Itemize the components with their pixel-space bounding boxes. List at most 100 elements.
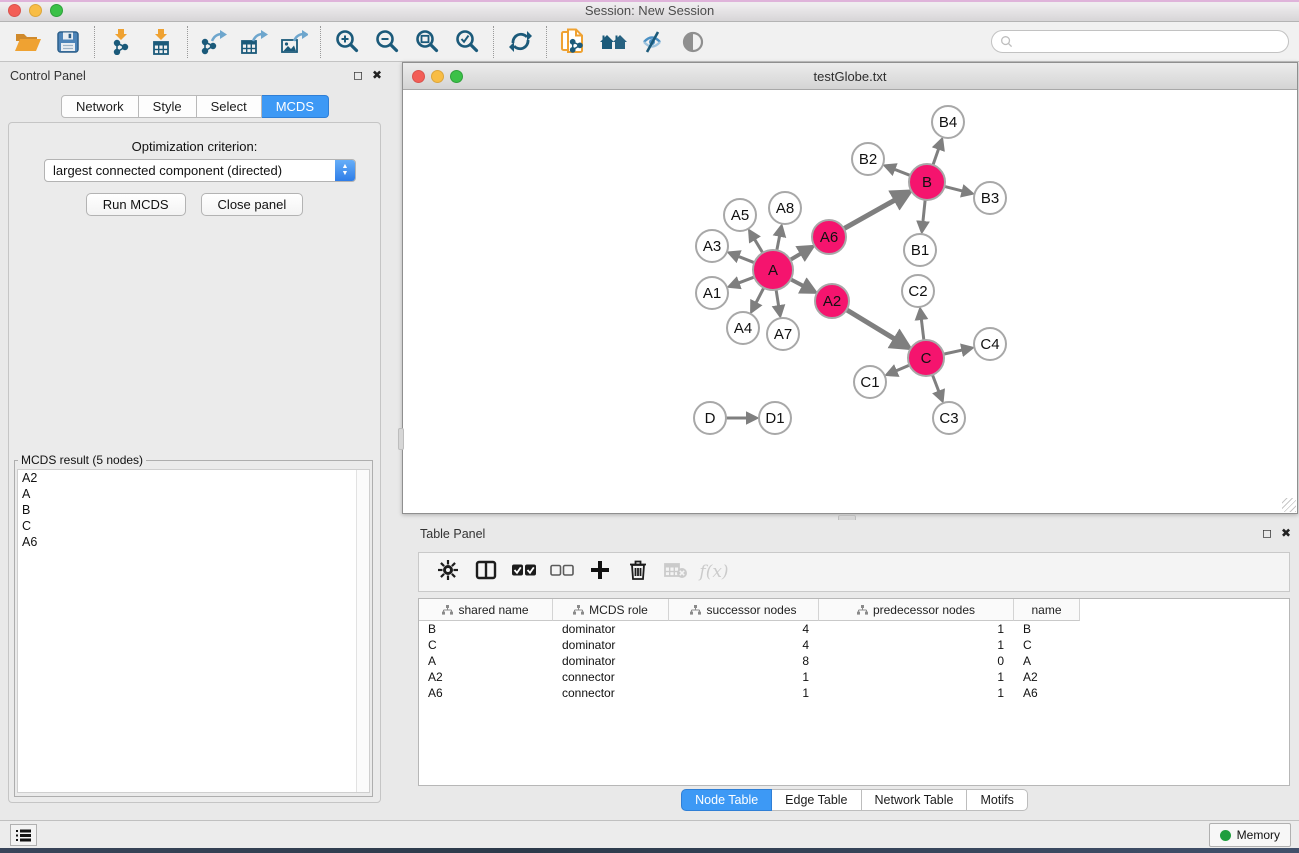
add-column-button[interactable] bbox=[583, 556, 617, 588]
run-mcds-button[interactable]: Run MCDS bbox=[86, 193, 186, 216]
cell-mcds-role[interactable]: connector bbox=[553, 685, 669, 701]
edge-A-A7[interactable] bbox=[776, 289, 780, 315]
edge-A-A4[interactable] bbox=[752, 287, 765, 311]
close-panel-button[interactable]: Close panel bbox=[201, 193, 304, 216]
cell-shared-name[interactable]: A bbox=[419, 653, 553, 669]
open-session-button[interactable] bbox=[8, 25, 48, 59]
edge-A-A2[interactable] bbox=[790, 279, 814, 292]
node-A1[interactable]: A1 bbox=[696, 277, 728, 309]
tab-select[interactable]: Select bbox=[197, 95, 262, 118]
node-A2[interactable]: A2 bbox=[815, 284, 849, 318]
mcds-result-item[interactable]: A6 bbox=[18, 534, 369, 550]
node-B4[interactable]: B4 bbox=[932, 106, 964, 138]
node-C4[interactable]: C4 bbox=[974, 328, 1006, 360]
edge-A-A8[interactable] bbox=[777, 227, 782, 252]
delete-column-button[interactable] bbox=[621, 556, 655, 588]
cell-shared-name[interactable]: A6 bbox=[419, 685, 553, 701]
edge-C-C4[interactable] bbox=[943, 348, 972, 354]
tab-style[interactable]: Style bbox=[139, 95, 197, 118]
tab-node-table[interactable]: Node Table bbox=[681, 789, 772, 811]
cell-predecessor-nodes[interactable]: 1 bbox=[819, 685, 1014, 701]
show-panels-button[interactable] bbox=[10, 824, 37, 846]
node-C[interactable]: C bbox=[908, 340, 944, 376]
cell-name[interactable]: C bbox=[1014, 637, 1080, 653]
edge-A-A3[interactable] bbox=[730, 253, 756, 263]
cell-name[interactable]: B bbox=[1014, 621, 1080, 637]
search-input[interactable] bbox=[1013, 33, 1288, 51]
close-panel-icon[interactable]: ✖ bbox=[372, 69, 382, 82]
cell-name[interactable]: A bbox=[1014, 653, 1080, 669]
node-D1[interactable]: D1 bbox=[759, 402, 791, 434]
tab-mcds[interactable]: MCDS bbox=[262, 95, 329, 118]
import-table-button[interactable] bbox=[141, 25, 181, 59]
node-B2[interactable]: B2 bbox=[852, 143, 884, 175]
node-A8[interactable]: A8 bbox=[769, 192, 801, 224]
cell-successor-nodes[interactable]: 1 bbox=[669, 685, 819, 701]
cell-predecessor-nodes[interactable]: 1 bbox=[819, 621, 1014, 637]
column-visibility-button[interactable] bbox=[469, 556, 503, 588]
node-B3[interactable]: B3 bbox=[974, 182, 1006, 214]
edge-A2-C[interactable] bbox=[846, 309, 908, 347]
tab-network-table[interactable]: Network Table bbox=[862, 789, 968, 811]
mcds-result-item[interactable]: A bbox=[18, 486, 369, 502]
vertical-split-handle[interactable] bbox=[398, 428, 404, 450]
edge-A6-B[interactable] bbox=[843, 192, 909, 229]
cell-successor-nodes[interactable]: 1 bbox=[669, 669, 819, 685]
cell-successor-nodes[interactable]: 4 bbox=[669, 621, 819, 637]
cell-successor-nodes[interactable]: 8 bbox=[669, 653, 819, 669]
refresh-layout-button[interactable] bbox=[500, 25, 540, 59]
table-row[interactable]: Bdominator41B bbox=[419, 621, 1289, 637]
node-B[interactable]: B bbox=[909, 164, 945, 200]
edge-C-C3[interactable] bbox=[932, 374, 942, 400]
column-header-predecessor-nodes[interactable]: predecessor nodes bbox=[819, 599, 1014, 621]
cell-mcds-role[interactable]: dominator bbox=[553, 637, 669, 653]
cell-successor-nodes[interactable]: 4 bbox=[669, 637, 819, 653]
search-field[interactable] bbox=[991, 30, 1289, 53]
cell-shared-name[interactable]: A2 bbox=[419, 669, 553, 685]
mcds-result-list[interactable]: A2ABCA6 bbox=[17, 469, 370, 793]
table-close-panel-icon[interactable]: ✖ bbox=[1281, 527, 1291, 540]
float-panel-icon[interactable]: ◻ bbox=[353, 69, 363, 82]
node-A4[interactable]: A4 bbox=[727, 312, 759, 344]
cell-predecessor-nodes[interactable]: 1 bbox=[819, 669, 1014, 685]
table-row[interactable]: Cdominator41C bbox=[419, 637, 1289, 653]
node-A7[interactable]: A7 bbox=[767, 318, 799, 350]
column-header-name[interactable]: name bbox=[1014, 599, 1080, 621]
cell-name[interactable]: A2 bbox=[1014, 669, 1080, 685]
tab-motifs[interactable]: Motifs bbox=[967, 789, 1027, 811]
memory-button[interactable]: Memory bbox=[1209, 823, 1291, 847]
node-A5[interactable]: A5 bbox=[724, 199, 756, 231]
result-scrollbar[interactable] bbox=[356, 470, 369, 792]
node-B1[interactable]: B1 bbox=[904, 234, 936, 266]
node-A3[interactable]: A3 bbox=[696, 230, 728, 262]
zoom-in-button[interactable] bbox=[327, 25, 367, 59]
export-image-button[interactable] bbox=[274, 25, 314, 59]
table-float-panel-icon[interactable]: ◻ bbox=[1262, 527, 1272, 540]
edge-B-B4[interactable] bbox=[933, 140, 942, 166]
column-header-successor-nodes[interactable]: successor nodes bbox=[669, 599, 819, 621]
edge-C-C1[interactable] bbox=[887, 365, 910, 375]
mcds-result-item[interactable]: B bbox=[18, 502, 369, 518]
table-row[interactable]: A2connector11A2 bbox=[419, 669, 1289, 685]
cell-name[interactable]: A6 bbox=[1014, 685, 1080, 701]
cell-mcds-role[interactable]: dominator bbox=[553, 621, 669, 637]
edge-B-B1[interactable] bbox=[922, 199, 925, 231]
edge-A-A5[interactable] bbox=[750, 231, 763, 253]
tab-edge-table[interactable]: Edge Table bbox=[772, 789, 861, 811]
node-D[interactable]: D bbox=[694, 402, 726, 434]
hide-selected-button[interactable] bbox=[633, 25, 673, 59]
cell-predecessor-nodes[interactable]: 1 bbox=[819, 637, 1014, 653]
cell-mcds-role[interactable]: connector bbox=[553, 669, 669, 685]
home-view-button[interactable] bbox=[593, 25, 633, 59]
node-C1[interactable]: C1 bbox=[854, 366, 886, 398]
node-C2[interactable]: C2 bbox=[902, 275, 934, 307]
mcds-result-item[interactable]: A2 bbox=[18, 470, 369, 486]
tab-network[interactable]: Network bbox=[61, 95, 139, 118]
node-A[interactable]: A bbox=[753, 250, 793, 290]
show-selected-button[interactable] bbox=[673, 25, 713, 59]
export-table-button[interactable] bbox=[234, 25, 274, 59]
select-all-rows-button[interactable] bbox=[507, 556, 541, 588]
zoom-selected-button[interactable] bbox=[447, 25, 487, 59]
table-settings-button[interactable] bbox=[431, 556, 465, 588]
edge-B-B3[interactable] bbox=[943, 186, 971, 193]
